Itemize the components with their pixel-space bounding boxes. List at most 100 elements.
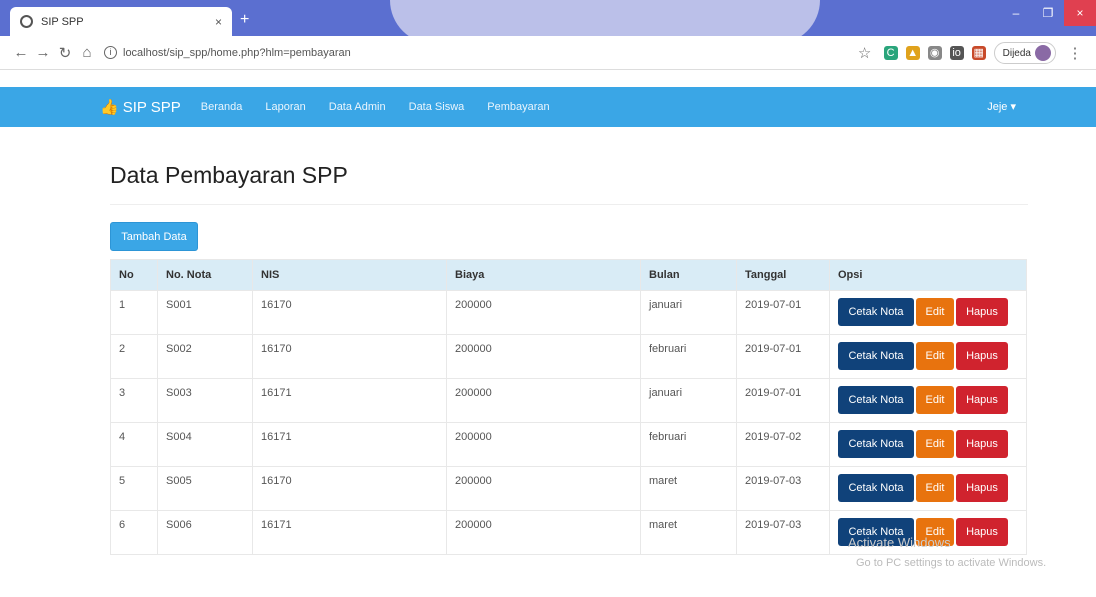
edit-button[interactable]: Edit (916, 342, 954, 370)
col-nota: No. Nota (157, 259, 253, 291)
edit-button[interactable]: Edit (916, 474, 954, 502)
delete-button[interactable]: Hapus (956, 430, 1008, 458)
cell-nota: S006 (157, 510, 253, 555)
nav-laporan[interactable]: Laporan (265, 101, 305, 113)
cell-bulan: februari (640, 422, 737, 467)
cell-no: 3 (110, 378, 158, 423)
cell-no: 2 (110, 334, 158, 379)
col-tanggal: Tanggal (736, 259, 830, 291)
activate-windows-subtitle: Go to PC settings to activate Windows. (856, 557, 1047, 569)
table-header-row: No No. Nota NIS Biaya Bulan Tanggal Opsi (110, 259, 1027, 291)
delete-button[interactable]: Hapus (956, 298, 1008, 326)
user-dropdown[interactable]: Jeje ▾ (987, 100, 1016, 113)
cell-tanggal: 2019-07-01 (736, 290, 830, 335)
print-receipt-button[interactable]: Cetak Nota (838, 474, 914, 502)
col-biaya: Biaya (446, 259, 641, 291)
table-row: 3 S003 16171 200000 januari 2019-07-01 C… (110, 378, 1027, 423)
activate-windows-title: Activate Windows (848, 535, 951, 550)
cell-no: 1 (110, 290, 158, 335)
extension-drive-icon[interactable]: ▲ (905, 46, 920, 60)
delete-button[interactable]: Hapus (956, 518, 1008, 546)
page-title: Data Pembayaran SPP (110, 162, 348, 188)
cell-nis: 16170 (252, 290, 447, 335)
delete-button[interactable]: Hapus (956, 474, 1008, 502)
profile-button[interactable]: Dijeda (993, 42, 1056, 64)
cell-nis: 16171 (252, 422, 447, 467)
cell-bulan: februari (640, 334, 737, 379)
minimize-button[interactable]: – (1000, 0, 1032, 26)
tab-favicon-icon (20, 15, 33, 28)
print-receipt-button[interactable]: Cetak Nota (838, 386, 914, 414)
nav-beranda[interactable]: Beranda (201, 101, 243, 113)
cell-tanggal: 2019-07-01 (736, 378, 830, 423)
brand-link[interactable]: 👍 SIP SPP (100, 98, 181, 117)
edit-button[interactable]: Edit (916, 298, 954, 326)
delete-button[interactable]: Hapus (956, 386, 1008, 414)
browser-tab[interactable]: SIP SPP × (10, 7, 232, 36)
cell-nota: S001 (157, 290, 253, 335)
table-row: 1 S001 16170 200000 januari 2019-07-01 C… (110, 290, 1027, 335)
cell-biaya: 200000 (446, 510, 641, 555)
new-tab-button[interactable]: + (240, 11, 249, 29)
nav-data-admin[interactable]: Data Admin (329, 101, 386, 113)
col-bulan: Bulan (640, 259, 737, 291)
table-row: 2 S002 16170 200000 februari 2019-07-01 … (110, 334, 1027, 379)
cell-biaya: 200000 (446, 422, 641, 467)
tab-close-icon[interactable]: × (215, 15, 222, 29)
payments-table: No No. Nota NIS Biaya Bulan Tanggal Opsi… (110, 259, 1027, 555)
extension-c-icon[interactable]: C (883, 46, 898, 60)
home-icon[interactable]: ⌂ (76, 44, 98, 61)
thumbs-up-icon: 👍 (100, 99, 119, 116)
extension-io-icon[interactable]: io (949, 46, 964, 60)
col-nis: NIS (252, 259, 447, 291)
window-close-button[interactable]: × (1064, 0, 1096, 26)
reload-icon[interactable]: ↻ (54, 44, 76, 62)
edit-button[interactable]: Edit (916, 430, 954, 458)
cell-opsi: Cetak Nota Edit Hapus (829, 378, 1027, 423)
address-bar-row: ← → ↻ ⌂ i localhost/sip_spp/home.php?hlm… (0, 36, 1096, 70)
menu-kebab-icon[interactable]: ⋮ (1064, 44, 1086, 62)
extensions-area: ☆ C ▲ ◉ io ▦ Dijeda ⋮ (854, 42, 1086, 64)
nav-pembayaran[interactable]: Pembayaran (487, 101, 549, 113)
delete-button[interactable]: Hapus (956, 342, 1008, 370)
maximize-button[interactable]: ❐ (1032, 0, 1064, 26)
cell-tanggal: 2019-07-03 (736, 510, 830, 555)
print-receipt-button[interactable]: Cetak Nota (838, 430, 914, 458)
extension-camera-icon[interactable]: ◉ (927, 46, 942, 60)
cell-nis: 16170 (252, 334, 447, 379)
window-controls: – ❐ × (1000, 0, 1096, 30)
add-data-button[interactable]: Tambah Data (110, 222, 198, 251)
title-divider (110, 204, 1028, 205)
cell-bulan: maret (640, 510, 737, 555)
cell-bulan: januari (640, 290, 737, 335)
cell-opsi: Cetak Nota Edit Hapus (829, 290, 1027, 335)
cell-biaya: 200000 (446, 466, 641, 511)
cell-opsi: Cetak Nota Edit Hapus (829, 334, 1027, 379)
cell-nis: 16171 (252, 510, 447, 555)
info-icon[interactable]: i (104, 46, 117, 59)
cell-bulan: januari (640, 378, 737, 423)
extension-clapper-icon[interactable]: ▦ (971, 46, 986, 60)
nav-data-siswa[interactable]: Data Siswa (409, 101, 465, 113)
back-arrow-icon[interactable]: ← (10, 44, 32, 61)
url-text: localhost/sip_spp/home.php?hlm=pembayara… (123, 46, 351, 59)
print-receipt-button[interactable]: Cetak Nota (838, 342, 914, 370)
cell-nota: S002 (157, 334, 253, 379)
cell-tanggal: 2019-07-03 (736, 466, 830, 511)
cell-nota: S003 (157, 378, 253, 423)
forward-arrow-icon[interactable]: → (32, 44, 54, 61)
cell-no: 6 (110, 510, 158, 555)
cell-nis: 16170 (252, 466, 447, 511)
print-receipt-button[interactable]: Cetak Nota (838, 298, 914, 326)
url-field[interactable]: i localhost/sip_spp/home.php?hlm=pembaya… (104, 46, 351, 59)
cell-nota: S004 (157, 422, 253, 467)
cell-opsi: Cetak Nota Edit Hapus (829, 422, 1027, 467)
bookmark-star-icon[interactable]: ☆ (854, 44, 876, 62)
col-opsi: Opsi (829, 259, 1027, 291)
cell-nis: 16171 (252, 378, 447, 423)
cell-nota: S005 (157, 466, 253, 511)
tab-title: SIP SPP (41, 15, 84, 28)
cell-tanggal: 2019-07-02 (736, 422, 830, 467)
edit-button[interactable]: Edit (916, 386, 954, 414)
app-navbar: 👍 SIP SPP Beranda Laporan Data Admin Dat… (0, 87, 1096, 127)
